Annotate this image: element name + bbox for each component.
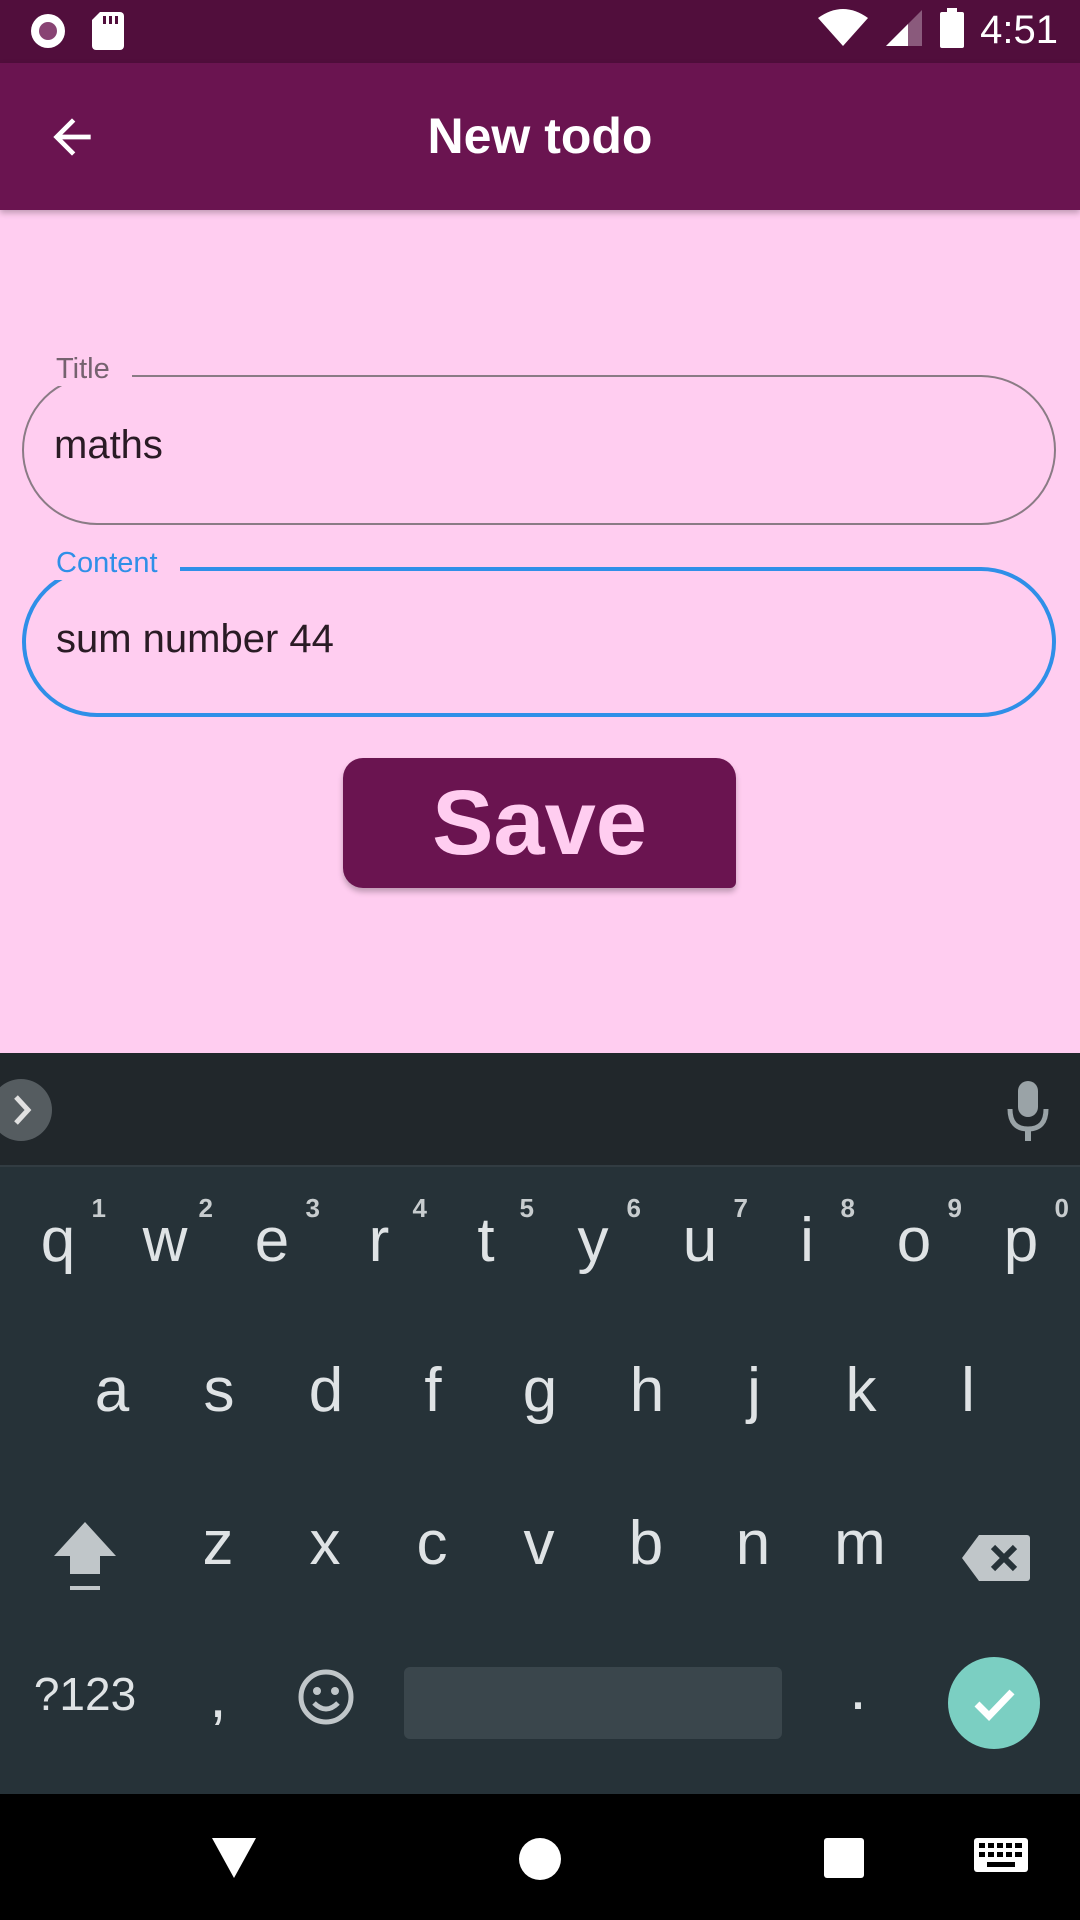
symbols-key[interactable]: ?123 <box>20 1667 150 1797</box>
keyboard-suggestion-bar <box>0 1053 1080 1167</box>
shift-key[interactable] <box>38 1518 132 1648</box>
enter-key[interactable] <box>948 1657 1040 1749</box>
key-f[interactable]: f <box>383 1355 483 1485</box>
app-bar: New todo <box>0 63 1080 210</box>
key-hint: 8 <box>840 1193 855 1223</box>
comma-key[interactable]: , <box>168 1661 268 1791</box>
key-m[interactable]: m <box>810 1508 910 1638</box>
title-field-value[interactable]: maths <box>54 423 163 468</box>
title-field[interactable]: Title maths <box>22 353 1056 525</box>
key-s[interactable]: s <box>169 1355 269 1485</box>
status-bar: 4:51 <box>0 0 1080 63</box>
key-y[interactable]: 6y <box>543 1193 643 1335</box>
key-k[interactable]: k <box>811 1355 911 1485</box>
record-icon <box>28 11 68 56</box>
page-title: New todo <box>427 108 653 164</box>
key-c[interactable]: c <box>382 1508 482 1638</box>
content-field[interactable]: Content sum number 44 <box>22 547 1056 717</box>
key-x[interactable]: x <box>275 1508 375 1638</box>
key-b[interactable]: b <box>596 1508 696 1638</box>
soft-keyboard: 1q2w3e4r5t6y7u8i9o0p asdfghjkl zxcvbnm ?… <box>0 1053 1080 1794</box>
key-hint: 6 <box>626 1193 641 1223</box>
key-r[interactable]: 4r <box>329 1193 429 1335</box>
key-hint: 7 <box>733 1193 748 1223</box>
key-i[interactable]: 8i <box>757 1193 857 1335</box>
key-hint: 5 <box>519 1193 534 1223</box>
key-j[interactable]: j <box>704 1355 804 1485</box>
save-button[interactable]: Save <box>343 758 736 888</box>
emoji-key[interactable] <box>286 1667 366 1797</box>
key-q[interactable]: 1q <box>8 1193 108 1335</box>
key-z[interactable]: z <box>168 1508 268 1638</box>
triangle-back-icon <box>212 1838 256 1878</box>
space-key[interactable] <box>404 1667 782 1739</box>
back-nav-button[interactable] <box>212 1838 256 1883</box>
key-u[interactable]: 7u <box>650 1193 750 1335</box>
keyboard-switch-button[interactable] <box>974 1838 1028 1881</box>
wifi-icon <box>818 8 869 53</box>
battery-icon <box>940 8 965 53</box>
content-field-value[interactable]: sum number 44 <box>56 617 334 662</box>
home-nav-button[interactable] <box>518 1837 562 1886</box>
key-hint: 3 <box>305 1193 320 1223</box>
key-p[interactable]: 0p <box>971 1193 1071 1335</box>
shift-icon <box>54 1522 116 1590</box>
checkmark-icon <box>974 1689 1015 1722</box>
key-hint: 2 <box>198 1193 213 1223</box>
key-g[interactable]: g <box>490 1355 590 1485</box>
chevron-right-icon <box>14 1095 32 1125</box>
key-hint: 0 <box>1054 1193 1069 1223</box>
key-n[interactable]: n <box>703 1508 803 1638</box>
navigation-bar <box>0 1794 1080 1920</box>
key-hint: 1 <box>91 1193 106 1223</box>
emoji-icon <box>298 1669 354 1725</box>
title-field-label: Title <box>34 353 132 386</box>
key-a[interactable]: a <box>62 1355 162 1485</box>
key-e[interactable]: 3e <box>222 1193 322 1335</box>
home-circle-icon <box>519 1838 561 1880</box>
key-hint: 9 <box>947 1193 962 1223</box>
recents-nav-button[interactable] <box>824 1838 864 1883</box>
key-l[interactable]: l <box>918 1355 1018 1485</box>
backspace-key[interactable] <box>948 1527 1044 1657</box>
square-recents-icon <box>824 1838 864 1878</box>
key-v[interactable]: v <box>489 1508 589 1638</box>
backspace-icon <box>962 1535 1030 1581</box>
sd-card-icon <box>92 12 124 55</box>
key-d[interactable]: d <box>276 1355 376 1485</box>
key-h[interactable]: h <box>597 1355 697 1485</box>
key-hint: 4 <box>412 1193 427 1223</box>
mic-button[interactable] <box>1006 1079 1050 1143</box>
keyboard-icon <box>974 1838 1028 1872</box>
content-field-label: Content <box>34 547 180 580</box>
period-key[interactable]: . <box>808 1653 908 1783</box>
mic-icon <box>1007 1081 1049 1141</box>
key-t[interactable]: 5t <box>436 1193 536 1335</box>
key-w[interactable]: 2w <box>115 1193 215 1335</box>
status-time: 4:51 <box>980 8 1058 52</box>
key-o[interactable]: 9o <box>864 1193 964 1335</box>
signal-icon <box>884 8 924 53</box>
keyboard-expand-button[interactable] <box>0 1079 52 1141</box>
